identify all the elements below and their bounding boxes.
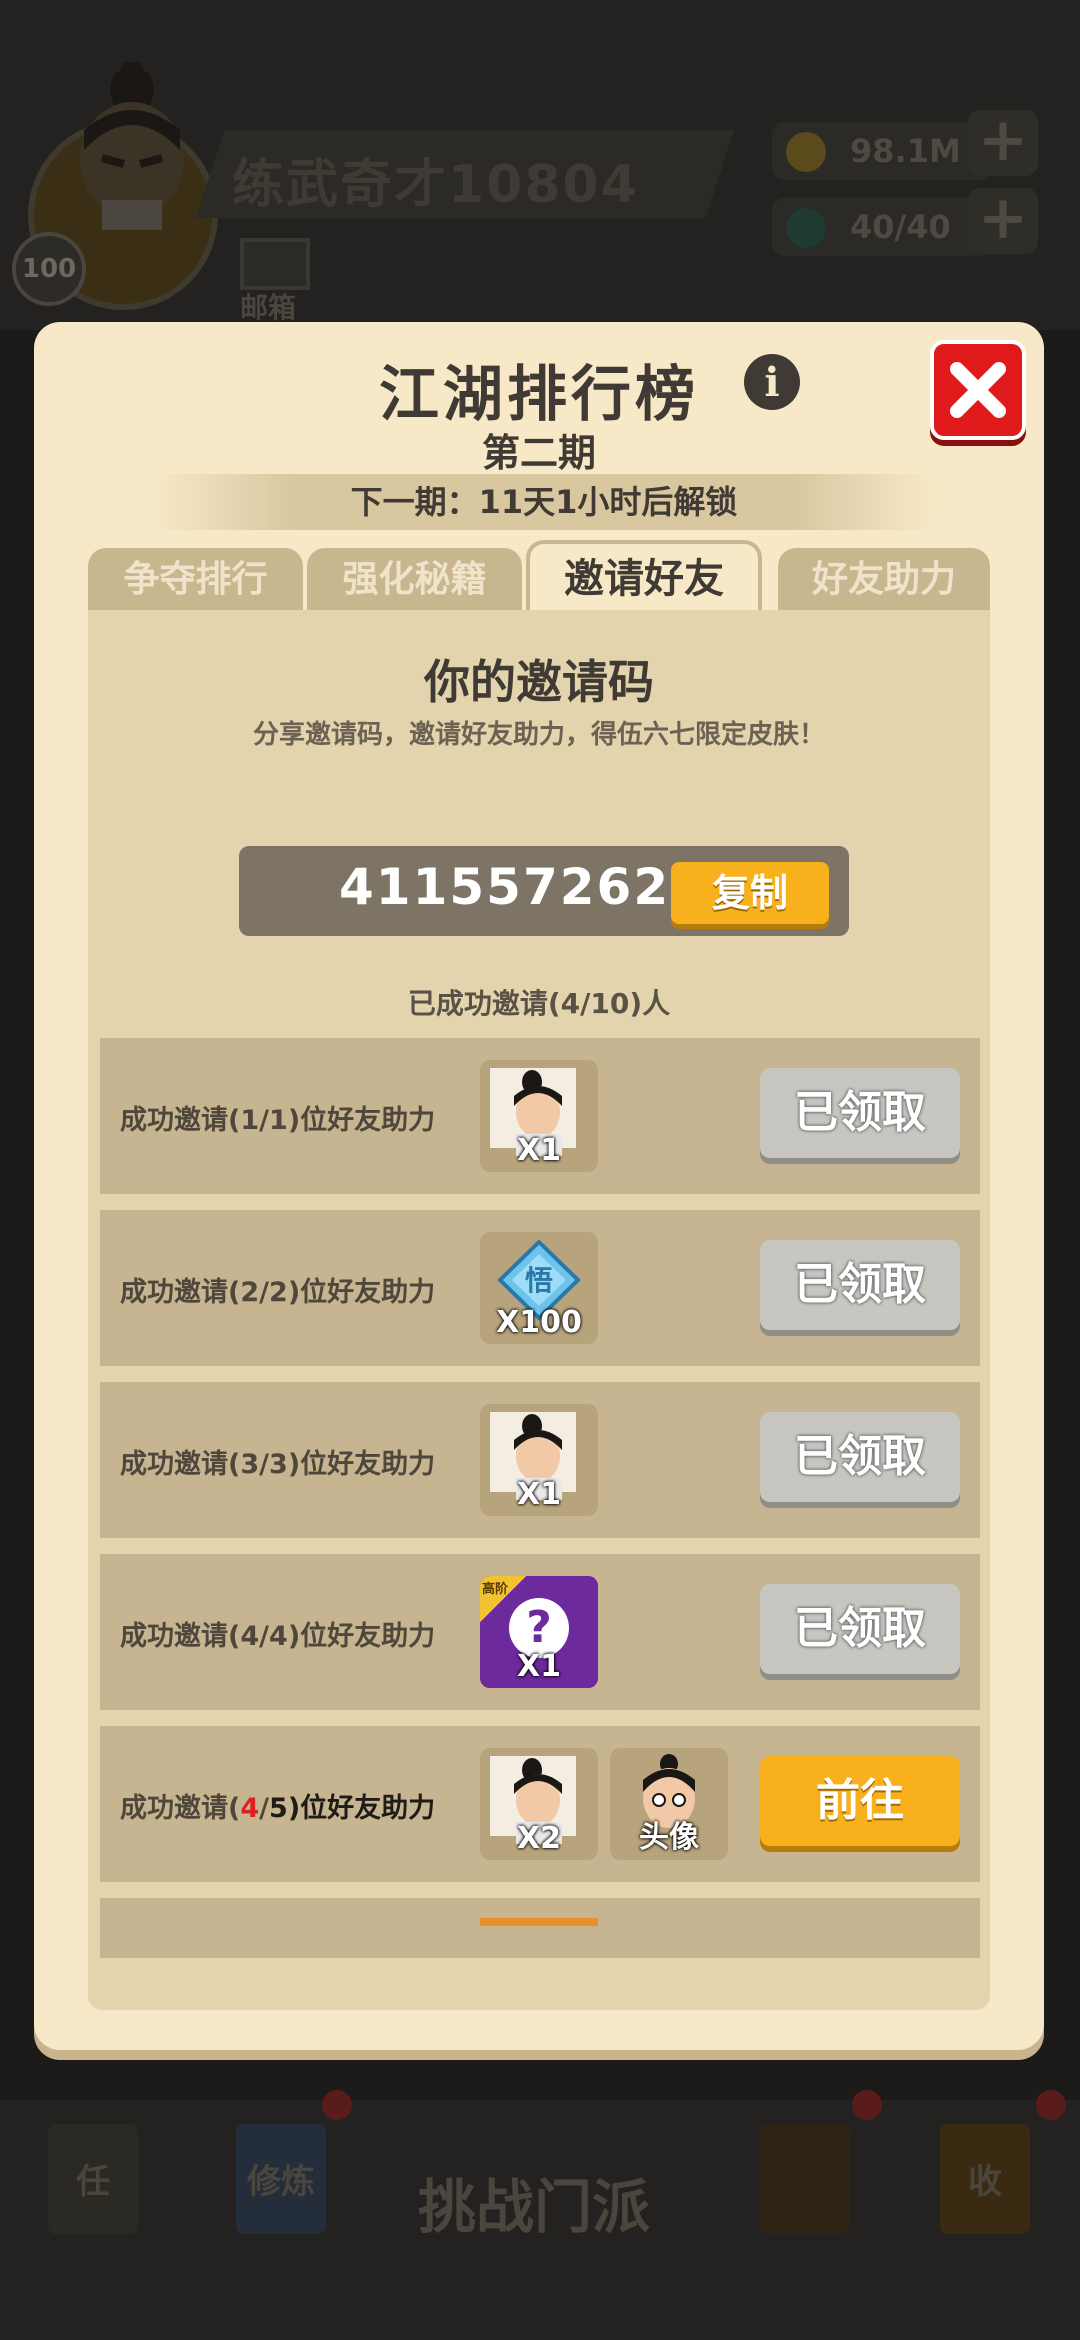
tab-compete-ranking[interactable]: 争夺排行	[88, 548, 303, 612]
claimed-button[interactable]: 已领取	[760, 1412, 960, 1502]
notification-dot	[1036, 2090, 1066, 2120]
ranking-modal: 江湖排行榜 i 第二期 下一期：11天1小时后解锁 争夺排行 强化秘籍 邀请好友…	[34, 322, 1044, 2050]
reward-condition: 成功邀请(3/3)位好友助力	[120, 1449, 436, 1480]
player-level-badge: 100	[12, 232, 86, 306]
reward-condition: 成功邀请(1/1)位好友助力	[120, 1105, 436, 1136]
reward-item[interactable]: ? 高阶 X1	[480, 1576, 598, 1688]
tab-invite-friends[interactable]: 邀请好友	[526, 540, 762, 612]
copy-button[interactable]: 复制	[671, 862, 829, 924]
reward-item-qty: X1	[516, 1477, 561, 1512]
unlock-countdown: 下一期：11天1小时后解锁	[154, 474, 934, 530]
task-scroll-icon[interactable]: 任	[48, 2124, 138, 2234]
reward-item-qty: 头像	[639, 1820, 699, 1855]
svg-text:?: ?	[526, 1602, 552, 1653]
energy-resource: 40/40	[772, 198, 992, 256]
coin-value: 98.1M	[850, 132, 961, 170]
challenge-sect-button[interactable]: 挑战门派	[418, 2160, 650, 2244]
reward-row: 成功邀请(4/5)位好友助力 X2 头像 前往	[100, 1726, 980, 1882]
reward-row: 成功邀请(1/1)位好友助力 X1 已领取	[100, 1038, 980, 1194]
reward-item-qty: X2	[516, 1821, 561, 1856]
info-icon[interactable]: i	[744, 354, 800, 410]
notification-dot	[852, 2090, 882, 2120]
invite-code-value: 411557262	[339, 858, 671, 916]
reward-row: 成功邀请(3/3)位好友助力 X1 已领取	[100, 1382, 980, 1538]
invite-description: 分享邀请码，邀请好友助力，得伍六七限定皮肤！	[252, 720, 825, 750]
reward-condition: 成功邀请(2/2)位好友助力	[120, 1277, 436, 1308]
reward-row: 成功邀请(4/4)位好友助力 ? 高阶 X1 已领取	[100, 1554, 980, 1710]
add-energy-button[interactable]: +	[968, 188, 1038, 254]
add-coin-button[interactable]: +	[968, 110, 1038, 176]
coin-resource: 98.1M	[772, 122, 992, 180]
coin-icon	[786, 132, 826, 172]
reward-row: 成功邀请(2/2)位好友助力 悟 X100 已领取	[100, 1210, 980, 1366]
collect-icon[interactable]: 收	[940, 2124, 1030, 2234]
reward-condition: 成功邀请(4/5)位好友助力	[120, 1793, 436, 1824]
invite-code-box: 411557262 复制	[239, 846, 849, 936]
tab-enhance-manual[interactable]: 强化秘籍	[307, 548, 522, 612]
invite-code-title: 你的邀请码	[424, 655, 654, 709]
period-label: 第二期	[481, 431, 596, 475]
notification-dot	[322, 2090, 352, 2120]
cultivate-book-icon[interactable]: 修炼	[236, 2124, 326, 2234]
advanced-tag: 高阶	[480, 1576, 526, 1622]
energy-value: 40/40	[850, 208, 951, 246]
reward-item-peek	[480, 1918, 598, 1926]
close-icon	[950, 362, 1006, 418]
player-name: 练武奇才10804	[232, 155, 639, 215]
energy-gem-icon	[786, 208, 826, 248]
reward-row	[100, 1898, 980, 1958]
invite-count: 已成功邀请(4/10)人	[407, 987, 671, 1020]
tab-friend-assist[interactable]: 好友助力	[778, 548, 990, 612]
invite-panel: 你的邀请码 分享邀请码，邀请好友助力，得伍六七限定皮肤！ 411557262 复…	[88, 610, 990, 2010]
reward-condition: 成功邀请(4/4)位好友助力	[120, 1621, 436, 1652]
player-avatar-icon	[80, 62, 184, 230]
reward-item[interactable]: 头像	[610, 1748, 728, 1860]
mail-icon[interactable]	[240, 238, 310, 290]
mail-label: 邮箱	[240, 291, 297, 324]
reward-item-qty: X100	[496, 1305, 582, 1340]
claimed-button[interactable]: 已领取	[760, 1068, 960, 1158]
reward-item-qty: X1	[516, 1649, 561, 1684]
claimed-button[interactable]: 已领取	[760, 1584, 960, 1674]
reward-item[interactable]: X1	[480, 1404, 598, 1516]
reward-item[interactable]: 悟 X100	[480, 1232, 598, 1344]
modal-title: 江湖排行榜	[379, 360, 699, 430]
go-button[interactable]: 前往	[760, 1756, 960, 1846]
svg-text:悟: 悟	[525, 1264, 553, 1297]
reward-item-qty: X1	[516, 1133, 561, 1168]
claimed-button[interactable]: 已领取	[760, 1240, 960, 1330]
reward-item[interactable]: X1	[480, 1060, 598, 1172]
armor-icon[interactable]	[760, 2124, 850, 2234]
reward-item[interactable]: X2	[480, 1748, 598, 1860]
tab-bar: 争夺排行 强化秘籍 邀请好友 好友助力	[88, 540, 990, 612]
